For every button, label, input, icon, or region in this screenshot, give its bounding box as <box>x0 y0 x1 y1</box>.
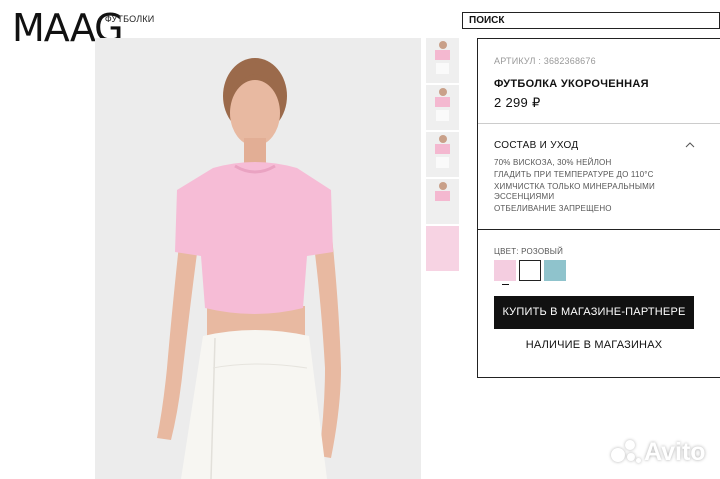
composition-item: ХИМЧИСТКА ТОЛЬКО МИНЕРАЛЬНЫМИ ЭССЕНЦИЯМИ <box>494 182 655 201</box>
article-number: АРТИКУЛ : 3682368676 <box>494 56 596 66</box>
selected-swatch-indicator <box>502 284 509 285</box>
thumbnail-5[interactable] <box>426 226 459 271</box>
thumbnail-3[interactable] <box>426 132 459 177</box>
swatch-pink[interactable] <box>494 260 516 281</box>
thumbnail-2[interactable] <box>426 85 459 130</box>
search-input[interactable]: ПОИСК <box>462 12 720 29</box>
color-swatches <box>494 260 566 281</box>
composition-item: ГЛАДИТЬ ПРИ ТЕМПЕРАТУРЕ ДО 110°С <box>494 170 654 179</box>
breadcrumb-label[interactable]: ФУТБОЛКИ <box>105 14 155 24</box>
swatch-white[interactable] <box>519 260 541 281</box>
model-photo-illustration <box>95 38 421 479</box>
color-label: ЦВЕТ: РОЗОВЫЙ <box>494 247 564 256</box>
avito-wordmark: Avito <box>644 438 706 466</box>
chevron-up-icon[interactable] <box>684 139 696 151</box>
breadcrumb[interactable]: ‹ ФУТБОЛКИ <box>98 12 155 25</box>
divider <box>478 123 720 124</box>
composition-list: 70% ВИСКОЗА, 30% НЕЙЛОН ГЛАДИТЬ ПРИ ТЕМП… <box>494 158 694 216</box>
thumbnail-strip <box>426 38 459 273</box>
store-availability-link[interactable]: НАЛИЧИЕ В МАГАЗИНАХ <box>494 339 694 351</box>
thumbnail-1[interactable] <box>426 38 459 83</box>
composition-item: ОТБЕЛИВАНИЕ ЗАПРЕЩЕНО <box>494 204 612 213</box>
thumbnail-4[interactable] <box>426 179 459 224</box>
composition-section-title[interactable]: СОСТАВ И УХОД <box>494 140 578 151</box>
product-title: ФУТБОЛКА УКОРОЧЕННАЯ <box>494 78 649 90</box>
avito-watermark: Avito <box>611 438 706 467</box>
product-info-panel: АРТИКУЛ : 3682368676 ФУТБОЛКА УКОРОЧЕННА… <box>477 38 720 378</box>
product-main-photo <box>95 38 421 479</box>
divider <box>478 229 720 230</box>
composition-item: 70% ВИСКОЗА, 30% НЕЙЛОН <box>494 158 612 167</box>
buy-partner-button[interactable]: КУПИТЬ В МАГАЗИНЕ-ПАРТНЕРЕ <box>494 296 694 329</box>
swatch-blue[interactable] <box>544 260 566 281</box>
chevron-left-icon: ‹ <box>98 12 102 25</box>
product-price: 2 299 ₽ <box>494 95 541 110</box>
avito-logo-icon <box>611 439 641 466</box>
